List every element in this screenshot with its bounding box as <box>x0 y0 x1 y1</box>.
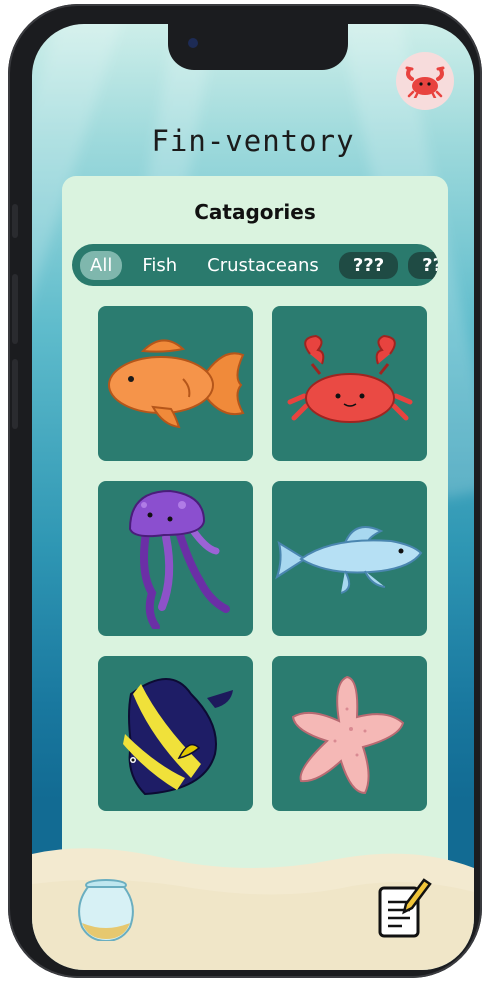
angelfish-icon <box>122 677 233 795</box>
jellyfish-icon <box>128 489 230 629</box>
crab-icon <box>405 66 445 98</box>
categories-heading: Catagories <box>194 200 316 224</box>
creature-grid <box>98 306 427 811</box>
notepad-icon <box>378 878 432 938</box>
creature-tile-goldfish[interactable] <box>98 306 253 461</box>
phone-volume-down-button <box>12 359 18 429</box>
fishbowl-button[interactable] <box>76 879 136 943</box>
notepad-button[interactable] <box>376 874 432 940</box>
phone-side-button <box>12 204 18 238</box>
blue-fish-icon <box>274 525 422 594</box>
filter-chip-crustaceans[interactable]: Crustaceans <box>197 251 329 280</box>
profile-avatar-button[interactable] <box>396 52 454 110</box>
creature-tile-crab[interactable] <box>272 306 427 461</box>
camera-icon <box>188 38 198 48</box>
starfish-icon <box>291 675 404 794</box>
app-title: Fin-ventory <box>151 124 355 158</box>
app-screen: Fin-ventory Catagories All Fish Crustace… <box>32 24 474 970</box>
categories-panel: Catagories All Fish Crustaceans ??? ?? <box>62 176 448 936</box>
phone-frame: Fin-ventory Catagories All Fish Crustace… <box>8 4 482 978</box>
creature-tile-blue-fish[interactable] <box>272 481 427 636</box>
creature-tile-jellyfish[interactable] <box>98 481 253 636</box>
goldfish-icon <box>108 339 245 428</box>
filter-chip-locked[interactable]: ?? <box>408 251 438 279</box>
phone-notch <box>168 24 348 70</box>
phone-volume-up-button <box>12 274 18 344</box>
filter-chip-all[interactable]: All <box>80 250 123 280</box>
creature-tile-starfish[interactable] <box>272 656 427 811</box>
category-filter-bar[interactable]: All Fish Crustaceans ??? ?? <box>72 244 438 286</box>
filter-chip-locked[interactable]: ??? <box>338 251 399 279</box>
fishbowl-icon <box>78 879 134 943</box>
creature-tile-angelfish[interactable] <box>98 656 253 811</box>
filter-chip-fish[interactable]: Fish <box>132 251 187 280</box>
crab-icon <box>287 334 412 423</box>
